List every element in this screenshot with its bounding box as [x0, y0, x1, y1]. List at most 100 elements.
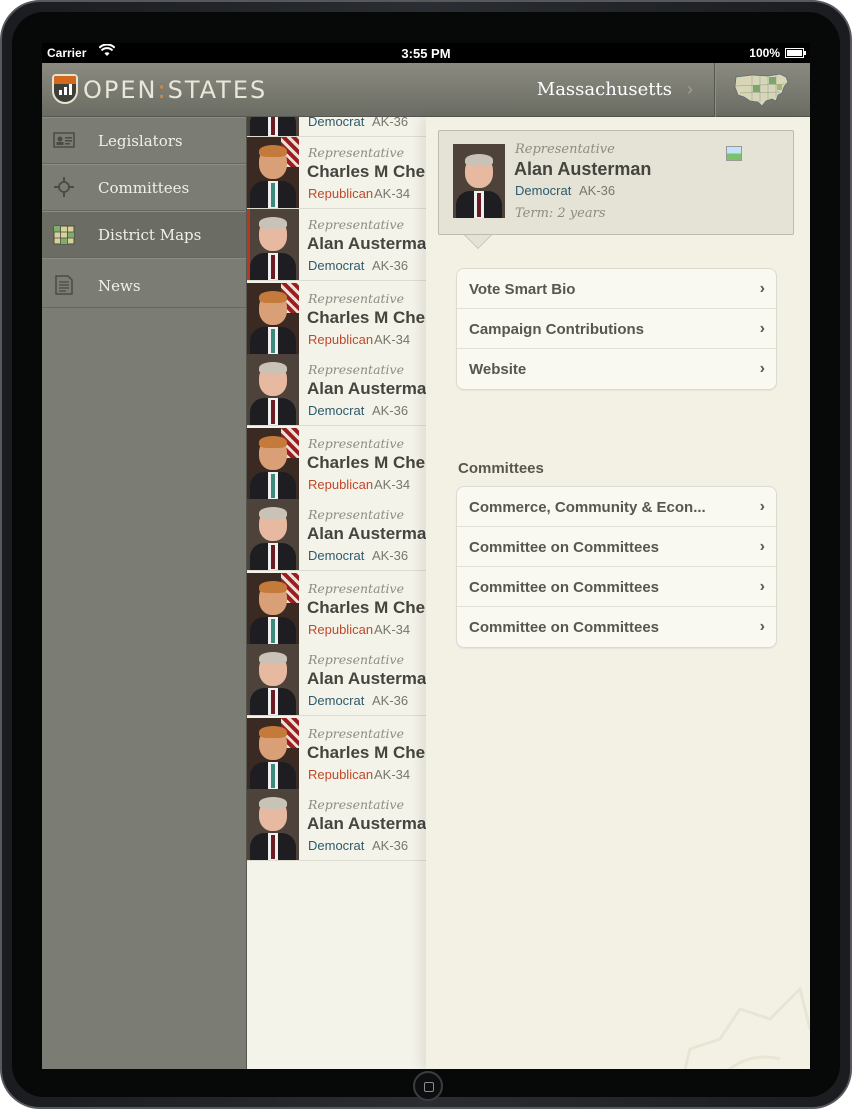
legislator-name: Alan Austerman	[307, 379, 426, 398]
sidebar-item-label: News	[98, 277, 141, 295]
party-label: Republican	[308, 622, 374, 637]
logo-states: STATES	[167, 76, 268, 104]
legislator-name: Charles M Chenoweth	[307, 453, 426, 472]
committees-section-title: Committees	[458, 460, 544, 477]
legislator-name: Charles M Chenoweth	[307, 598, 426, 617]
sidebar-item-legislators[interactable]: Legislators	[42, 117, 246, 164]
legislator-photo	[247, 283, 299, 354]
list-item[interactable]: Representative Charles M Chenoweth Repub…	[247, 573, 426, 645]
district-label: AK-36	[372, 258, 409, 273]
list-item[interactable]: Democrat AK-36	[247, 117, 426, 137]
us-map-icon[interactable]	[732, 71, 792, 109]
role-label: Representative	[308, 291, 405, 306]
list-item[interactable]: Representative Charles M Chenoweth Repub…	[247, 718, 426, 790]
list-item[interactable]: Representative Alan Austerman Democrat A…	[247, 499, 426, 571]
legislator-photo	[247, 573, 299, 644]
committee-item[interactable]: Committee on Committees ›	[457, 527, 776, 567]
news-icon	[55, 275, 73, 295]
open-states-logo-icon	[52, 74, 78, 104]
term-label: Term: 2 years	[515, 206, 606, 221]
logo-open: OPEN	[83, 76, 158, 104]
sidebar-item-committees[interactable]: Committees	[42, 164, 246, 211]
sidebar-item-district-maps[interactable]: District Maps	[42, 211, 246, 258]
logo-separator: :	[157, 76, 168, 104]
role-label: Representative	[308, 726, 405, 741]
legislator-photo	[453, 144, 505, 218]
district-label: AK-36	[372, 838, 409, 853]
cell-label: Website	[469, 361, 527, 378]
party-label: Democrat	[308, 117, 365, 129]
party-label: Republican	[308, 332, 374, 347]
committees-group: Commerce, Community & Econ... › Committe…	[456, 486, 777, 648]
state-selector[interactable]: Massachusetts	[502, 79, 672, 100]
home-button[interactable]	[413, 1071, 443, 1101]
legislator-photo	[247, 117, 299, 136]
party-label: Democrat	[308, 693, 365, 708]
legislator-name: Charles M Chenoweth	[307, 308, 426, 327]
district-label: AK-36	[372, 548, 409, 563]
cell-label: Vote Smart Bio	[469, 281, 576, 298]
committee-item[interactable]: Committee on Committees ›	[457, 607, 776, 647]
legislator-photo	[247, 428, 299, 499]
cell-label: Committee on Committees	[469, 579, 660, 596]
chevron-right-icon: ›	[759, 618, 765, 635]
campaign-contributions-link[interactable]: Campaign Contributions ›	[457, 309, 776, 349]
image-placeholder-icon[interactable]	[726, 146, 742, 161]
legislator-photo	[247, 137, 299, 208]
chevron-right-icon: ›	[759, 360, 765, 377]
chevron-right-icon: ›	[759, 578, 765, 595]
list-item[interactable]: Representative Alan Austerman Democrat A…	[247, 644, 426, 716]
role-label: Representative	[308, 436, 405, 451]
battery-percent: 100%	[749, 46, 780, 60]
role-label: Representative	[308, 145, 405, 160]
district-label: AK-34	[374, 767, 411, 782]
role-label: Representative	[308, 217, 405, 232]
legislator-name: Alan Austerman	[307, 234, 426, 253]
role-label: Representative	[308, 362, 405, 377]
legislator-photo	[247, 644, 299, 715]
website-link[interactable]: Website ›	[457, 349, 776, 389]
party-label: Democrat	[308, 403, 365, 418]
app-logo-text: OPEN:STATES	[83, 76, 267, 104]
battery-icon	[785, 48, 806, 58]
map-grid-icon	[53, 225, 75, 245]
links-group: Vote Smart Bio › Campaign Contributions …	[456, 268, 777, 390]
legislator-name: Alan Austerman	[307, 814, 426, 833]
vote-smart-bio-link[interactable]: Vote Smart Bio ›	[457, 269, 776, 309]
chevron-right-icon: ›	[759, 320, 765, 337]
list-item[interactable]: Representative Charles M Chenoweth Repub…	[247, 137, 426, 209]
clock: 3:55 PM	[401, 46, 451, 61]
legislator-name: Charles M Chenoweth	[307, 743, 426, 762]
legislator-photo	[247, 789, 299, 860]
chevron-right-icon: ›	[687, 79, 693, 99]
cell-label: Commerce, Community & Econ...	[469, 499, 706, 516]
legislator-name: Alan Austerman	[307, 669, 426, 688]
chevron-right-icon: ›	[759, 538, 765, 555]
legislator-photo	[247, 499, 299, 570]
district-label: AK-34	[374, 622, 411, 637]
screen: Carrier 3:55 PM 100% OPEN:STATES Massach…	[42, 43, 810, 1069]
cell-label: Campaign Contributions	[469, 321, 644, 338]
sidebar-item-label: Legislators	[98, 132, 183, 150]
list-item[interactable]: Representative Charles M Chenoweth Repub…	[247, 428, 426, 500]
district-label: AK-34	[374, 477, 411, 492]
list-item[interactable]: Representative Alan Austerman Democrat A…	[247, 354, 426, 426]
role-label: Representative	[308, 652, 405, 667]
id-card-icon	[53, 132, 75, 148]
sidebar-item-news[interactable]: News	[42, 258, 246, 308]
legislator-header-card: Representative Alan Austerman Democrat A…	[438, 130, 794, 249]
legislator-photo	[247, 354, 299, 425]
top-navbar: OPEN:STATES Massachusetts ›	[42, 63, 810, 117]
legislator-name: Alan Austerman	[514, 159, 652, 179]
party-label: Democrat	[308, 548, 365, 563]
status-bar: Carrier 3:55 PM 100%	[42, 43, 810, 63]
role-label: Representative	[308, 581, 405, 596]
committee-item[interactable]: Commerce, Community & Econ... ›	[457, 487, 776, 527]
committee-item[interactable]: Committee on Committees ›	[457, 567, 776, 607]
list-item[interactable]: Representative Alan Austerman Democrat A…	[247, 789, 426, 861]
party-label: Republican	[308, 186, 374, 201]
legislator-list[interactable]: Democrat AK-36 Representative Charles M …	[246, 117, 426, 1069]
list-item[interactable]: Representative Charles M Chenoweth Repub…	[247, 283, 426, 355]
district-label: AK-36	[372, 693, 409, 708]
list-item-selected[interactable]: Representative Alan Austerman Democrat A…	[247, 209, 426, 281]
